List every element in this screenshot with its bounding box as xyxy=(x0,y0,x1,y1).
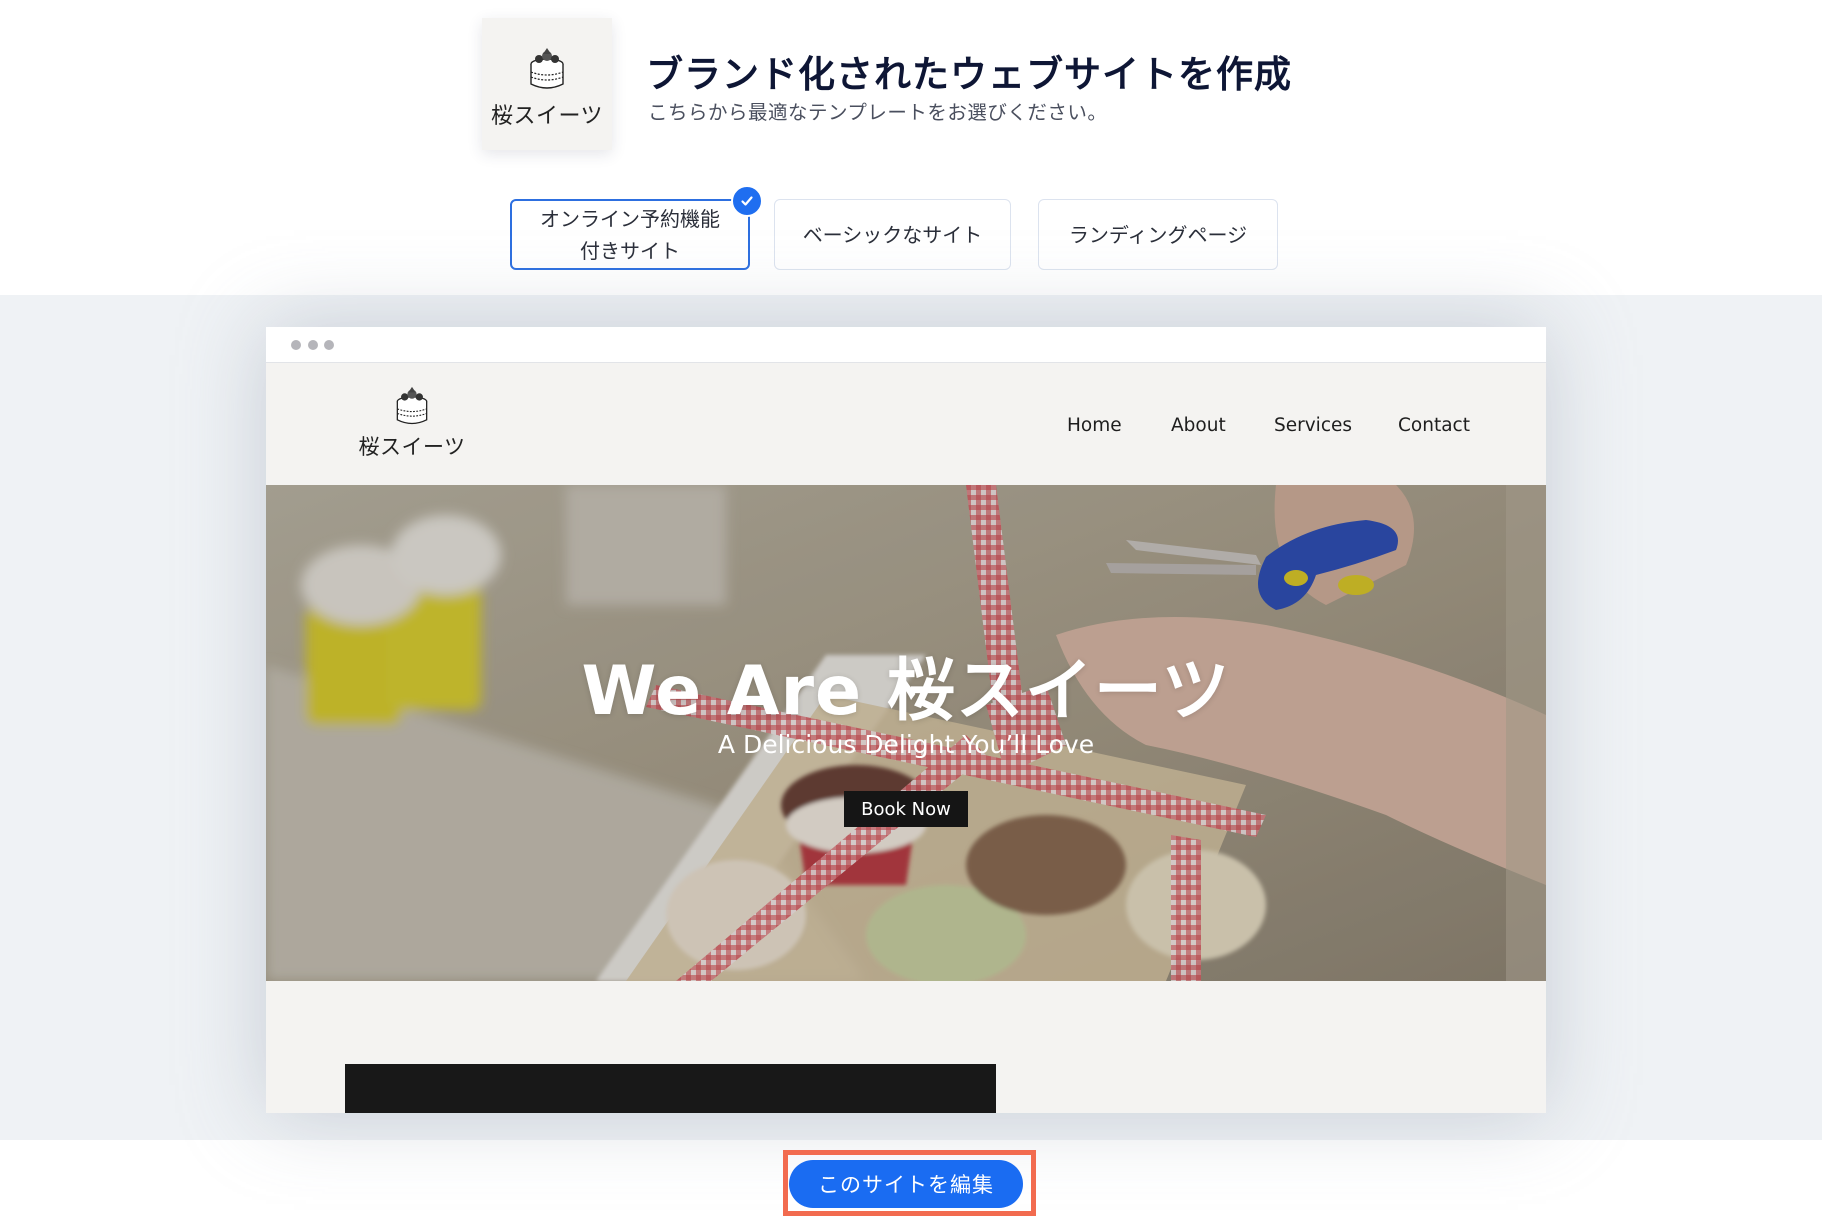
cake-icon xyxy=(530,48,564,89)
site-brand-name: 桜スイーツ xyxy=(358,435,466,459)
page-title: ブランド化されたウェブサイトを作成 xyxy=(646,53,1292,96)
nav-services[interactable]: Services xyxy=(1274,415,1352,436)
tab-label-line1: オンライン予約機能 xyxy=(540,206,720,231)
selected-check-icon xyxy=(731,185,763,217)
tab-online-booking-site[interactable]: オンライン予約機能 付きサイト xyxy=(510,199,750,270)
page-subtitle: こちらから最適なテンプレートをお選びください。 xyxy=(648,101,1108,124)
brand-logo-card: 桜スイーツ xyxy=(482,18,612,150)
hero-title: We Are 桜スイーツ xyxy=(581,652,1231,731)
nav-about[interactable]: About xyxy=(1171,415,1226,436)
nav-home[interactable]: Home xyxy=(1067,415,1122,436)
cake-icon xyxy=(396,386,428,425)
tab-landing-page[interactable]: ランディングページ xyxy=(1038,199,1278,270)
tab-basic-site[interactable]: ベーシックなサイト xyxy=(774,199,1011,270)
preview-titlebar xyxy=(266,327,1546,363)
content-block xyxy=(345,1064,996,1113)
window-dot-icon xyxy=(291,340,301,350)
book-now-button[interactable]: Book Now xyxy=(844,791,968,827)
hero-subtitle: A Delicious Delight You’ll Love xyxy=(717,730,1095,759)
window-dot-icon xyxy=(324,340,334,350)
brand-name: 桜スイーツ xyxy=(490,104,604,129)
site-logo[interactable]: 桜スイーツ xyxy=(352,385,472,461)
tab-label: ランディングページ xyxy=(1068,222,1248,247)
edit-site-button[interactable]: このサイトを編集 xyxy=(789,1160,1023,1208)
hero-section: We Are 桜スイーツ A Delicious Delight You’ll … xyxy=(266,485,1546,981)
site-header: 桜スイーツ Home About Services Contact xyxy=(266,363,1546,485)
tab-label: ベーシックなサイト xyxy=(802,222,983,247)
template-preview-window[interactable]: 桜スイーツ Home About Services Contact We Are… xyxy=(266,327,1546,1113)
window-dot-icon xyxy=(308,340,318,350)
nav-contact[interactable]: Contact xyxy=(1398,415,1470,436)
tab-label-line2: 付きサイト xyxy=(580,238,680,263)
